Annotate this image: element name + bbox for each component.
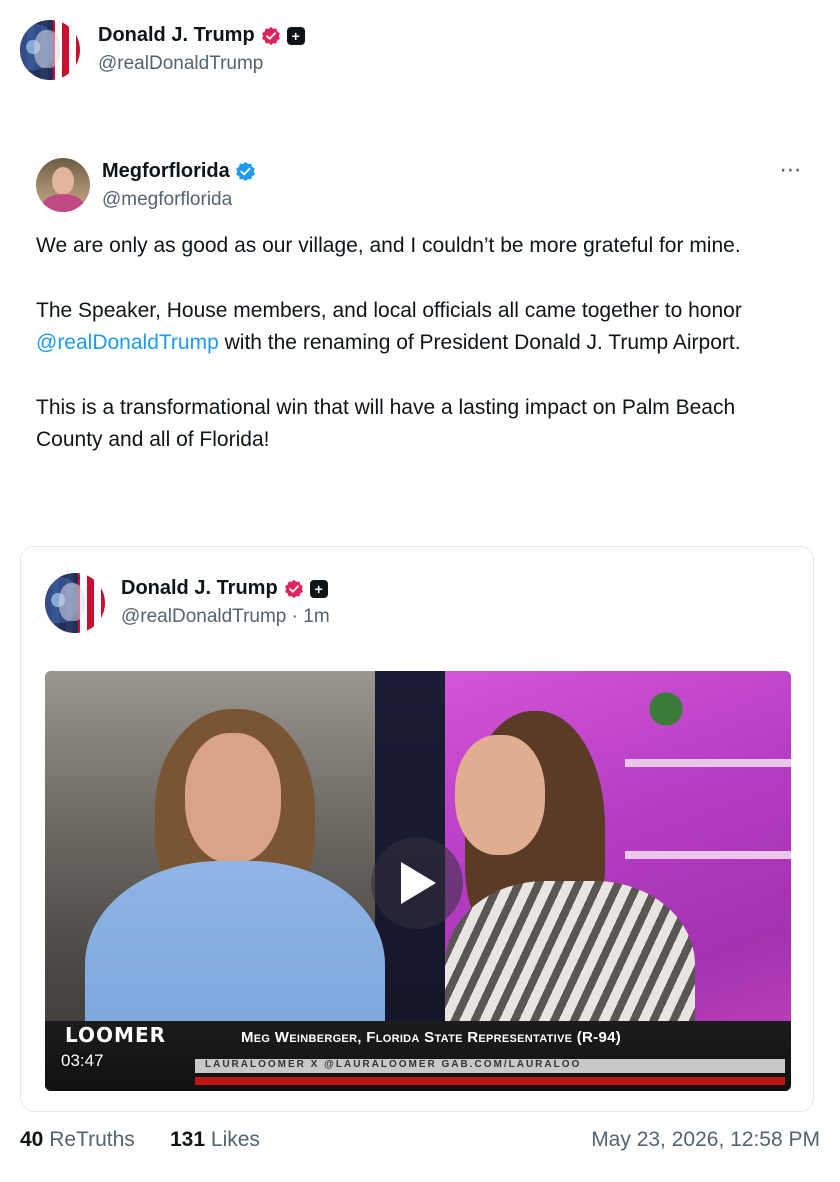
verified-pink-icon bbox=[284, 579, 303, 598]
video-red-bar bbox=[195, 1077, 785, 1085]
shelf bbox=[625, 759, 791, 767]
video-duration: 03:47 bbox=[61, 1051, 104, 1070]
post-text-segment: The Speaker, House members, and local of… bbox=[36, 298, 742, 322]
plus-badge-icon: + bbox=[286, 26, 305, 45]
plus-badge-icon: + bbox=[309, 579, 328, 598]
person-left-face bbox=[185, 733, 281, 863]
post-footer: 40 ReTruths 131 Likes May 23, 2026, 12:5… bbox=[20, 1128, 820, 1158]
video-ticker-text: LAURALOOMER X @LAURALOOMER GAB.COM/LAURA… bbox=[205, 1059, 582, 1070]
retruths-stat[interactable]: 40 ReTruths bbox=[20, 1128, 135, 1152]
truth-post-page: Donald J. Trump + @realDonaldTrump Megfo… bbox=[0, 0, 840, 1182]
top-author-name-block: Donald J. Trump + @realDonaldTrump bbox=[98, 24, 305, 75]
author-name[interactable]: Donald J. Trump bbox=[121, 577, 278, 600]
play-icon bbox=[401, 862, 436, 904]
card-author: Donald J. Trump + @realDonaldTrump · 1m bbox=[45, 573, 330, 633]
video-overlay-caption: Meg Weinberger, Florida State Representa… bbox=[241, 1029, 622, 1046]
name-row: Donald J. Trump + bbox=[121, 577, 330, 600]
post-paragraph: We are only as good as our village, and … bbox=[36, 234, 741, 257]
person-right-face bbox=[455, 735, 545, 855]
author-name[interactable]: Donald J. Trump bbox=[98, 24, 255, 47]
post-text: We are only as good as our village, and … bbox=[36, 230, 796, 489]
quoted-post-card[interactable]: Donald J. Trump + @realDonaldTrump · 1m bbox=[20, 546, 814, 1112]
post-paragraph: This is a transformational win that will… bbox=[36, 395, 736, 452]
video-player[interactable]: LOOMER Meg Weinberger, Florida State Rep… bbox=[45, 671, 791, 1091]
video-overlay-logo: LOOMER bbox=[65, 1023, 166, 1047]
likes-label: Likes bbox=[210, 1128, 260, 1151]
likes-stat[interactable]: 131 Likes bbox=[170, 1128, 260, 1152]
avatar[interactable] bbox=[36, 158, 90, 212]
post-author-name-block: Megforflorida @megforflorida bbox=[102, 160, 256, 211]
mention-link[interactable]: @realDonaldTrump bbox=[36, 331, 219, 354]
avatar[interactable] bbox=[20, 20, 80, 80]
author-handle[interactable]: @realDonaldTrump bbox=[98, 53, 305, 75]
card-author-name-block: Donald J. Trump + @realDonaldTrump · 1m bbox=[121, 577, 330, 628]
author-name[interactable]: Megforflorida bbox=[102, 160, 230, 183]
more-options-icon[interactable]: ⋯ bbox=[776, 158, 806, 182]
play-button[interactable] bbox=[371, 837, 463, 929]
shelf bbox=[625, 851, 791, 859]
verified-blue-icon bbox=[235, 161, 255, 182]
retruths-count: 40 bbox=[20, 1128, 44, 1151]
post-author: Megforflorida @megforflorida bbox=[36, 158, 256, 212]
top-author: Donald J. Trump + @realDonaldTrump bbox=[20, 20, 305, 80]
retruths-label: ReTruths bbox=[49, 1128, 135, 1151]
plant bbox=[645, 689, 687, 739]
name-row: Megforflorida bbox=[102, 160, 256, 183]
likes-count: 131 bbox=[170, 1128, 206, 1151]
post-paragraph: The Speaker, House members, and local of… bbox=[36, 295, 796, 360]
post-text-segment: with the renaming of President Donald J.… bbox=[218, 331, 741, 354]
name-row: Donald J. Trump + bbox=[98, 24, 305, 47]
avatar[interactable] bbox=[45, 573, 105, 633]
verified-pink-icon bbox=[261, 26, 280, 45]
post-timestamp[interactable]: May 23, 2026, 12:58 PM bbox=[591, 1128, 820, 1152]
author-handle-time[interactable]: @realDonaldTrump · 1m bbox=[121, 606, 330, 628]
author-handle[interactable]: @megforflorida bbox=[102, 189, 256, 211]
